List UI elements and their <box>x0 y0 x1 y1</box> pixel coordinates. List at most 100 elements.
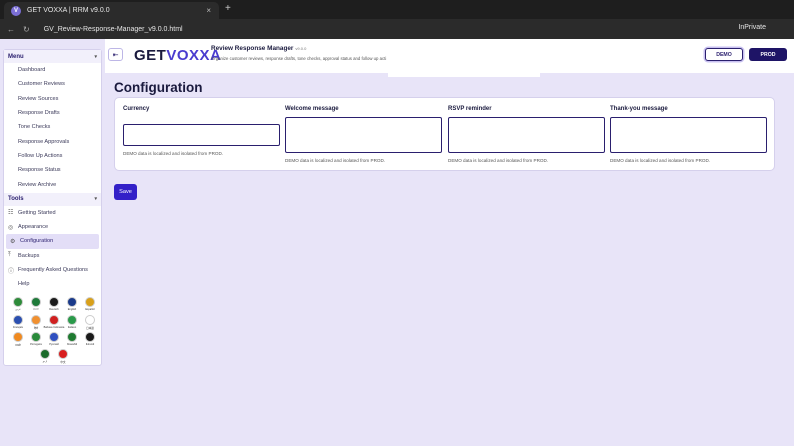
flag-label: English <box>67 308 77 311</box>
language-flag[interactable]: Deutsch <box>48 297 61 313</box>
flag-icon <box>13 297 23 307</box>
flag-label: Italiano <box>67 326 77 329</box>
language-flag[interactable]: 日本語 <box>84 315 97 330</box>
app-title: Review Response Manager v9.0.0 <box>211 45 306 52</box>
flag-label: اردو <box>42 360 48 363</box>
getvoxxa-logo: GETVOXXA <box>134 47 221 64</box>
flag-row: اردو 中文 <box>7 349 101 364</box>
sidebar-item-help[interactable]: Help <box>4 277 101 291</box>
sidebar-item-configuration[interactable]: ⚙ Configuration <box>6 234 99 249</box>
language-flags: عربي বাংলা Deutsch English Español Français हि… <box>7 297 101 366</box>
sidebar-item-review-archive[interactable]: Review Archive <box>4 177 101 191</box>
sidebar-item-label: Appearance <box>18 224 49 231</box>
sidebar-item-getting-started[interactable]: ☷ Getting Started <box>4 206 101 220</box>
language-flag[interactable]: Kiswahili <box>66 332 79 347</box>
flag-icon <box>49 332 59 342</box>
language-flag[interactable]: हिंदी <box>30 315 43 330</box>
flag-icon <box>49 297 59 307</box>
flag-label: Ikirundi <box>85 343 95 346</box>
tab-title: GET VOXXA | RRM v9.0.0 <box>27 7 110 14</box>
language-flag[interactable]: اردو <box>39 349 52 364</box>
flag-icon <box>67 297 77 307</box>
collapse-sidebar-icon: ⇤ <box>112 51 119 59</box>
welcome-message-label: Welcome message <box>285 106 339 112</box>
flag-icon <box>67 332 77 342</box>
language-flag[interactable]: English <box>66 297 79 313</box>
gear-icon: ⚙ <box>10 238 16 245</box>
language-flag[interactable]: عربي <box>12 297 25 313</box>
close-tab-icon[interactable]: × <box>206 6 211 15</box>
inprivate-badge: InPrivate <box>738 24 766 31</box>
sidebar-item-response-approvals[interactable]: Response Approvals <box>4 134 101 148</box>
thank-you-message-hint: DEMO data is localized and isolated from… <box>610 158 711 163</box>
flag-row: عربي বাংলা Deutsch English Español <box>7 297 101 313</box>
rsvp-reminder-textarea[interactable] <box>448 117 605 153</box>
flag-icon <box>85 297 95 307</box>
browser-tab[interactable]: V GET VOXXA | RRM v9.0.0 × <box>4 2 219 19</box>
app-header: ⇤ GETVOXXA Review Response Manager v9.0.0… <box>105 39 794 77</box>
flag-label: Kiswahili <box>66 343 78 346</box>
sidebar-toggle-button[interactable]: ⇤ <box>108 48 123 61</box>
tools-section-title: Tools <box>8 196 24 203</box>
flag-label: 中文 <box>60 361 66 364</box>
flag-label: 日本語 <box>86 327 94 330</box>
reload-icon[interactable]: ↻ <box>23 25 30 34</box>
sidebar-item-review-sources[interactable]: Review Sources <box>4 92 101 106</box>
menu-section-title: Menu <box>8 53 24 60</box>
language-flag[interactable]: Español <box>84 297 97 313</box>
language-flag[interactable]: मराठी <box>12 332 25 347</box>
flag-icon <box>31 315 41 325</box>
flag-label: हिंदी <box>33 327 39 330</box>
sidebar-item-tone-checks[interactable]: Tone Checks <box>4 120 101 134</box>
language-flag[interactable]: Français <box>12 315 25 330</box>
url-field[interactable]: GV_Review-Response-Manager_v9.0.0.html <box>44 26 183 33</box>
sidebar-item-response-drafts[interactable]: Response Drafts <box>4 106 101 120</box>
currency-label: Currency <box>123 106 150 112</box>
sidebar-item-follow-up-actions[interactable]: Follow Up Actions <box>4 149 101 163</box>
sidebar-item-label: Frequently Asked Questions <box>18 267 88 273</box>
language-flag[interactable]: Italiano <box>66 315 79 330</box>
sidebar-item-response-status[interactable]: Response Status <box>4 163 101 177</box>
tools-section-header[interactable]: Tools ▾ <box>4 192 101 206</box>
language-flag[interactable]: Português <box>30 332 43 347</box>
language-flag[interactable]: বাংলা <box>30 297 43 313</box>
welcome-message-textarea[interactable] <box>285 117 442 153</box>
flag-icon <box>13 332 23 342</box>
demo-button[interactable]: DEMO <box>705 48 743 61</box>
palette-icon: ◎ <box>8 224 14 231</box>
currency-hint: DEMO data is localized and isolated from… <box>123 151 224 156</box>
sidebar-item-appearance[interactable]: ◎ Appearance <box>4 220 101 234</box>
browser-tab-bar: V GET VOXXA | RRM v9.0.0 × + <box>0 0 794 19</box>
sidebar-item-dashboard[interactable]: Dashboard <box>4 63 101 77</box>
prod-button[interactable]: PROD <box>749 48 787 61</box>
language-flag[interactable]: Русский <box>48 332 61 347</box>
language-flag[interactable]: Bahasa Indonesia <box>44 315 64 330</box>
app-title-text: Review Response Manager <box>211 45 294 52</box>
language-flag[interactable]: 中文 <box>57 349 70 364</box>
sidebar-item-label: Configuration <box>20 238 54 245</box>
header-strip <box>388 72 540 77</box>
new-tab-icon[interactable]: + <box>225 3 231 14</box>
sidebar-item-faq[interactable]: ⓘ Frequently Asked Questions <box>4 263 101 277</box>
flag-icon <box>31 297 41 307</box>
flag-icon <box>40 349 50 359</box>
sidebar-item-customer-reviews[interactable]: Customer Reviews <box>4 77 101 91</box>
flag-label: Español <box>85 308 95 311</box>
flag-label: Bahasa Indonesia <box>43 326 65 329</box>
flag-icon <box>13 315 23 325</box>
back-arrow-icon[interactable]: ← <box>7 25 15 34</box>
thank-you-message-textarea[interactable] <box>610 117 767 153</box>
currency-input[interactable] <box>123 124 280 146</box>
app-version: v9.0.0 <box>295 46 307 51</box>
list-icon: ☷ <box>8 210 14 217</box>
menu-section-header[interactable]: Menu ▾ <box>4 50 101 63</box>
flag-icon <box>67 315 77 325</box>
language-flag[interactable]: Ikirundi <box>84 332 97 347</box>
save-button[interactable]: Save <box>114 184 137 200</box>
flag-label: मराठी <box>15 344 21 347</box>
address-bar: ← ↻ GV_Review-Response-Manager_v9.0.0.ht… <box>0 19 794 39</box>
flag-label: Русский <box>49 343 59 346</box>
flag-icon <box>58 349 68 359</box>
sidebar-item-backups[interactable]: ⤒ Backups <box>4 249 101 263</box>
app-subtitle: Organize customer reviews, response draf… <box>211 56 387 61</box>
